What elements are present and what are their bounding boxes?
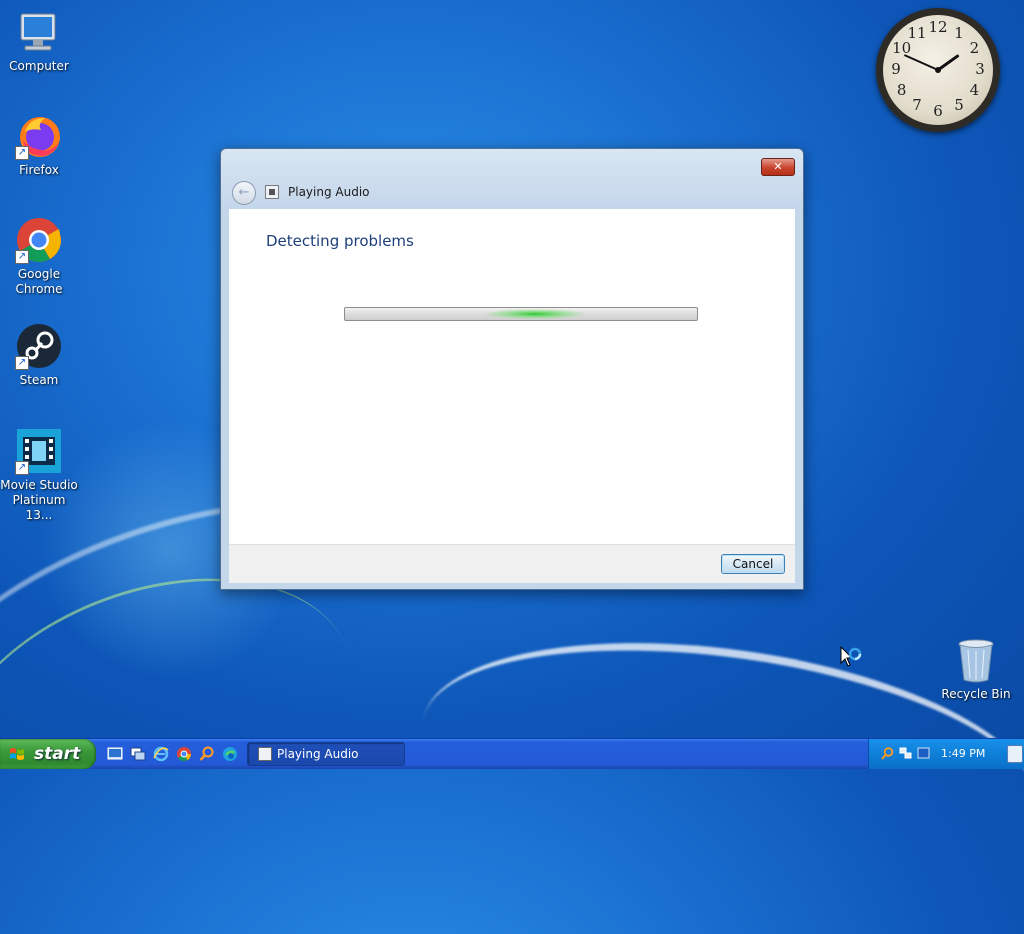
clock-hour-hand [936,54,960,72]
clock-numeral: 7 [912,96,922,115]
desktop-icon-label: Recycle Bin [941,687,1011,701]
taskbar: start Playing Audio 1:49 PM [0,738,1024,769]
shortcut-arrow-icon: ↗ [15,146,29,160]
clock-center-pin [935,67,941,73]
cancel-button[interactable]: Cancel [721,554,785,574]
troubleshooter-icon [265,185,279,199]
system-tray: 1:49 PM [868,739,1024,769]
desktop-icon-movie-studio[interactable]: ↗ Movie Studio Platinum 13... [0,427,78,523]
taskbar-item-label: Playing Audio [277,747,359,761]
show-desktop-icon[interactable] [107,746,123,762]
progress-marquee [485,309,585,319]
dialog-footer: Cancel [229,544,795,583]
troubleshooter-dialog: ✕ ← Playing Audio Detecting problems Can… [220,148,804,590]
desktop-icon-firefox[interactable]: ↗ Firefox [0,112,78,178]
start-button[interactable]: start [0,739,96,769]
start-label: start [34,744,81,764]
taskbar-item-playing-audio[interactable]: Playing Audio [247,742,405,766]
clock-gadget[interactable]: 12 1 2 3 4 5 6 7 8 9 10 11 [876,8,1000,132]
firefox-icon: ↗ [15,112,63,160]
desktop-icon-recycle-bin[interactable]: Recycle Bin [940,638,1012,701]
window-switch-icon[interactable] [130,746,146,762]
chrome-icon: ↗ [15,216,63,264]
notifications-icon[interactable] [1007,745,1023,763]
desktop-icon-label: Google Chrome [15,267,63,296]
clock-numeral: 5 [954,96,964,115]
steam-icon: ↗ [15,322,63,370]
desktop-icon-label: Steam [19,373,59,387]
edge-icon[interactable] [222,746,238,762]
desktop-icon-computer[interactable]: Computer [0,8,78,74]
computer-icon [15,8,63,56]
desktop-icon-steam[interactable]: ↗ Steam [0,322,78,388]
desktop-icon-chrome[interactable]: ↗ Google Chrome [0,216,78,297]
dialog-content: Detecting problems [229,209,795,544]
clock-numeral: 9 [891,60,901,78]
clock-numeral: 10 [892,39,912,57]
desktop-icon-label: Movie Studio Platinum 13... [0,478,78,522]
clock-numeral: 11 [907,23,927,42]
dialog-title: Playing Audio [288,185,370,199]
clock-numeral: 6 [933,102,943,120]
movie-studio-icon: ↗ [15,427,63,475]
clock-numeral: 12 [928,18,948,36]
internet-explorer-icon[interactable] [153,746,169,762]
desktop-icon-label: Computer [9,59,69,73]
clock-numeral: 2 [969,39,980,57]
progress-bar [344,307,698,321]
recycle-bin-icon [958,639,994,683]
status-heading: Detecting problems [266,232,414,250]
close-button[interactable]: ✕ [761,158,795,176]
chrome-icon[interactable] [176,746,192,762]
shortcut-arrow-icon: ↗ [15,461,29,475]
network-icon[interactable] [899,747,912,760]
display-icon[interactable] [917,747,930,760]
search-tray-icon[interactable] [881,747,894,760]
clock-numeral: 3 [975,60,985,78]
troubleshooter-icon [258,747,272,761]
windows-flag-icon [10,748,24,760]
clock-minute-hand [904,54,939,71]
desktop-icon-label: Firefox [19,163,59,177]
tray-clock[interactable]: 1:49 PM [941,739,985,769]
back-button[interactable]: ← [232,181,256,205]
shortcut-arrow-icon: ↗ [15,250,29,264]
shortcut-arrow-icon: ↗ [15,356,29,370]
clock-numeral: 8 [896,81,907,99]
busy-cursor-icon [840,645,866,676]
search-icon[interactable] [199,746,215,762]
